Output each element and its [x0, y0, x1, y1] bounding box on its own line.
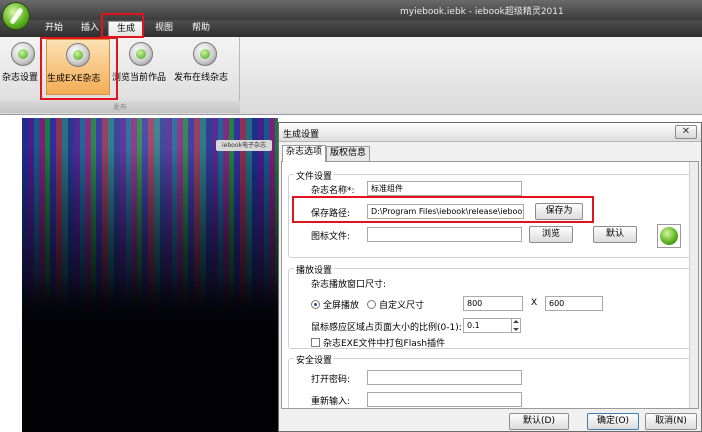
save-as-button[interactable]: 保存为: [535, 203, 583, 220]
reenter-password-input[interactable]: [367, 392, 522, 407]
tab-start[interactable]: 开始: [36, 21, 72, 37]
custom-size-radio[interactable]: [367, 300, 376, 309]
close-icon[interactable]: ✕: [675, 125, 697, 139]
gear-icon: [11, 42, 35, 66]
width-input[interactable]: 800: [463, 296, 523, 311]
refresh-icon: [193, 42, 217, 66]
menu-tab-bar: 开始 插入 生成 视图 帮助: [0, 20, 702, 37]
ok-button[interactable]: 确定(O): [587, 413, 639, 430]
tab-generate[interactable]: 生成: [108, 21, 144, 37]
file-settings-legend: 文件设置: [294, 169, 335, 182]
browse-current-button[interactable]: 浏览当前作品: [112, 39, 170, 95]
tab-magazine-options[interactable]: 杂志选项: [282, 145, 326, 162]
window-size-label: 杂志播放窗口尺寸:: [311, 280, 387, 290]
ribbon-group-label: 发布: [0, 101, 240, 113]
generate-settings-dialog: 生成设置 ✕ 杂志选项 版权信息 文件设置 杂志名称*: 标准组件 保存路径: …: [278, 122, 702, 432]
fullscreen-label: 全屏播放: [323, 301, 360, 311]
fullscreen-radio[interactable]: [311, 300, 320, 309]
dialog-panel: 文件设置 杂志名称*: 标准组件 保存路径: D:\Program Files\…: [281, 161, 699, 409]
security-settings-legend: 安全设置: [294, 353, 335, 366]
tab-view[interactable]: 视图: [146, 21, 182, 37]
dialog-title-bar: 生成设置 ✕: [279, 123, 701, 142]
magazine-settings-button[interactable]: 杂志设置: [2, 39, 44, 95]
icon-file-input[interactable]: [367, 227, 522, 242]
playback-settings-group: 播放设置 杂志播放窗口尺寸: 全屏播放 自定义尺寸 800 X 600 鼠标感应…: [288, 263, 692, 349]
app-menu-orb-icon[interactable]: [2, 2, 30, 30]
save-path-label: 保存路径:: [311, 209, 351, 219]
window-title: myiebook.iebk - iebook超级精灵2011: [400, 7, 564, 17]
file-settings-group: 文件设置 杂志名称*: 标准组件 保存路径: D:\Program Files\…: [288, 169, 692, 258]
title-bar: myiebook.iebk - iebook超级精灵2011: [0, 0, 702, 20]
play-icon: [66, 43, 90, 67]
password-label: 打开密码:: [311, 375, 351, 385]
height-input[interactable]: 600: [545, 296, 603, 311]
reenter-password-label: 重新输入:: [311, 397, 351, 407]
ratio-spinner[interactable]: [511, 319, 520, 332]
password-input[interactable]: [367, 370, 522, 385]
size-x-label: X: [531, 298, 538, 308]
ribbon-group-publish: 杂志设置 生成EXE杂志 浏览当前作品 发布在线杂志 发布: [0, 37, 240, 113]
security-settings-group: 安全设置 打开密码: 重新输入:: [288, 353, 692, 408]
mouse-ratio-input[interactable]: 0.1: [463, 318, 521, 333]
magazine-preview: iebook电子杂志: [22, 118, 278, 432]
flash-plugin-label: 杂志EXE文件中打包Flash插件: [323, 339, 446, 349]
icon-default-button[interactable]: 默认: [593, 226, 637, 243]
generate-exe-button[interactable]: 生成EXE杂志: [46, 39, 110, 95]
tab-help[interactable]: 帮助: [184, 21, 218, 37]
tab-copyright-info[interactable]: 版权信息: [326, 146, 370, 161]
mouse-ratio-label: 鼠标感应区域占页面大小的比例(0-1):: [311, 323, 462, 333]
cancel-button[interactable]: 取消(N): [645, 413, 697, 430]
mouse-ratio-value: 0.1: [467, 321, 480, 330]
icon-file-label: 图标文件:: [311, 232, 351, 242]
custom-size-label: 自定义尺寸: [379, 301, 425, 311]
ribbon: 杂志设置 生成EXE杂志 浏览当前作品 发布在线杂志 发布: [0, 37, 702, 115]
playback-settings-legend: 播放设置: [294, 263, 335, 276]
magazine-name-label: 杂志名称*:: [311, 186, 355, 196]
app-icon-preview-icon: [657, 224, 681, 248]
preview-badge: iebook电子杂志: [216, 140, 272, 151]
save-path-input[interactable]: D:\Program Files\iebook\release\iebook.e…: [367, 204, 524, 219]
tab-insert[interactable]: 插入: [74, 21, 106, 37]
browse-button[interactable]: 浏览: [529, 226, 573, 243]
preview-ground: [22, 278, 278, 432]
dialog-title: 生成设置: [283, 130, 320, 140]
browse-icon: [129, 42, 153, 66]
panel-scrollbar[interactable]: [689, 162, 698, 408]
flash-plugin-checkbox[interactable]: [311, 338, 320, 347]
default-button[interactable]: 默认(D): [509, 413, 569, 430]
publish-online-button[interactable]: 发布在线杂志: [174, 39, 236, 95]
magazine-name-input[interactable]: 标准组件: [367, 181, 522, 196]
